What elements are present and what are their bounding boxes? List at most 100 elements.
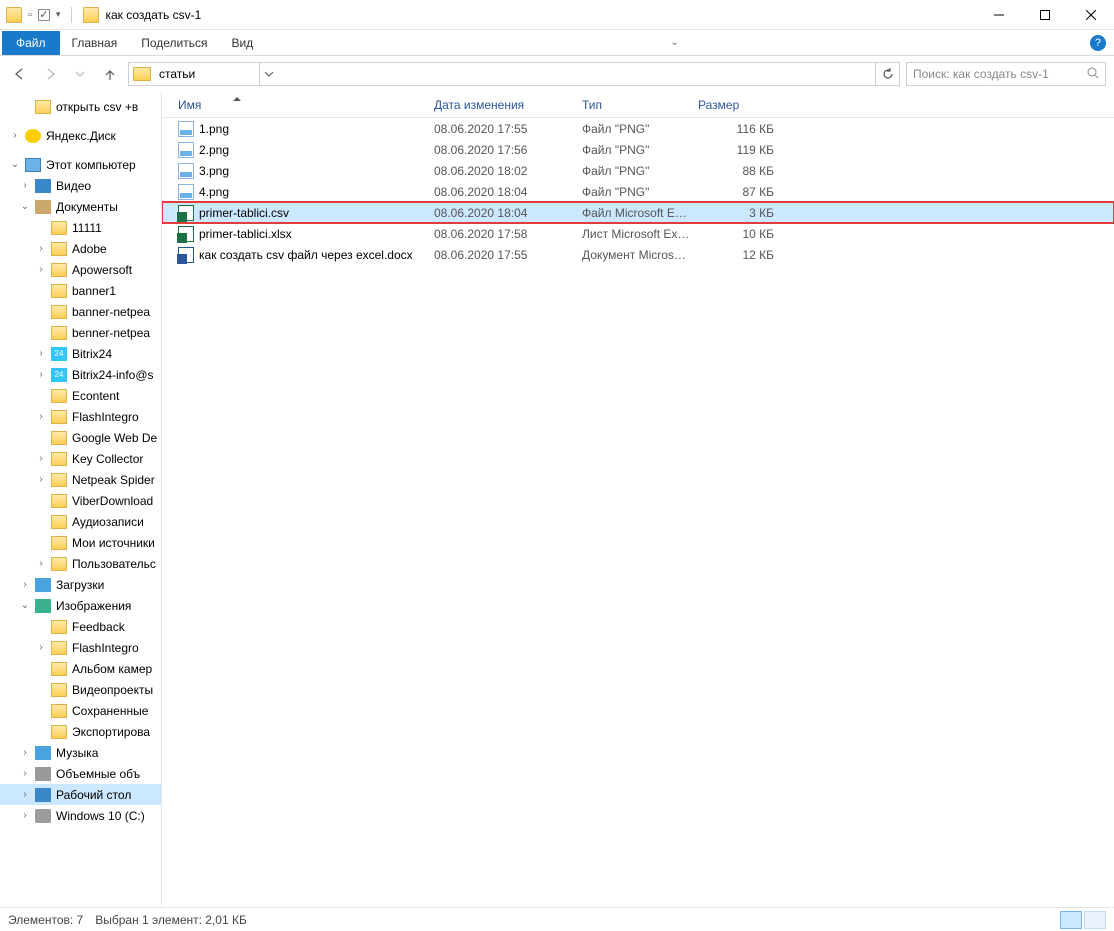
ribbon-tab-share[interactable]: Поделиться [129,30,219,56]
qat-pin-icon[interactable]: ▫ [28,9,32,21]
tree-caret-icon[interactable]: › [36,264,46,275]
qat-dropdown-icon[interactable]: ▾ [56,9,61,20]
file-row[interactable]: 3.png08.06.2020 18:02Файл "PNG"88 КБ [162,160,1114,181]
tree-node[interactable]: ⌄Этот компьютер [0,154,161,175]
tree-node[interactable]: Аудиозаписи [0,511,161,532]
view-details-button[interactable] [1060,911,1082,929]
tree-caret-icon[interactable]: › [36,558,46,569]
tree-node[interactable]: ViberDownload [0,490,161,511]
search-box[interactable]: Поиск: как создать csv-1 [906,62,1106,86]
breadcrumb-segment[interactable]: статьи [155,67,259,81]
tree-node[interactable]: ›Apowersoft [0,259,161,280]
nav-up-button[interactable] [98,62,122,86]
tree-node[interactable]: ›Видео [0,175,161,196]
tree-caret-icon[interactable]: › [20,810,30,821]
tree-node-label: Загрузки [56,578,104,592]
file-row[interactable]: primer-tablici.csv08.06.2020 18:04Файл M… [162,202,1114,223]
file-row[interactable]: 4.png08.06.2020 18:04Файл "PNG"87 КБ [162,181,1114,202]
tree-node[interactable]: benner-netpea [0,322,161,343]
column-size[interactable]: Размер [698,98,778,112]
tree-caret-icon[interactable]: ⌄ [20,201,30,212]
ribbon-file-tab[interactable]: Файл [2,31,60,55]
address-history-dropdown[interactable] [259,63,279,85]
tree-node[interactable]: Econtent [0,385,161,406]
tree-caret-icon[interactable]: › [36,348,46,359]
quick-access-toolbar: ▫ ✓ ▾ [0,7,99,23]
tree-node[interactable]: › Объемные объ [0,763,161,784]
tree-node[interactable]: Мои источники [0,532,161,553]
tree-node-label: banner-netpea [72,305,150,319]
nav-back-button[interactable] [8,62,32,86]
file-row[interactable]: как создать csv файл через excel.docx08.… [162,244,1114,265]
ribbon-tab-home[interactable]: Главная [60,30,130,56]
refresh-button[interactable] [875,63,899,85]
tree-node[interactable]: banner-netpea [0,301,161,322]
view-icons-button[interactable] [1084,911,1106,929]
tree-node[interactable]: Google Web De [0,427,161,448]
file-row[interactable]: 1.png08.06.2020 17:55Файл "PNG"116 КБ [162,118,1114,139]
file-list[interactable]: 1.png08.06.2020 17:55Файл "PNG"116 КБ2.p… [162,118,1114,907]
tree-node[interactable]: ›Пользовательс [0,553,161,574]
folder-icon [51,683,67,697]
tree-caret-icon[interactable]: › [20,180,30,191]
tree-node[interactable]: Видеопроекты [0,679,161,700]
tree-node[interactable]: Сохраненные [0,700,161,721]
help-icon[interactable]: ? [1090,35,1106,51]
qat-check-icon[interactable]: ✓ [38,9,50,21]
close-button[interactable] [1068,0,1114,29]
tree-node[interactable]: ›Netpeak Spider [0,469,161,490]
navigation-tree[interactable]: открыть csv +в ›Яндекс.Диск ⌄Этот компьюте… [0,92,162,907]
minimize-button[interactable] [976,0,1022,29]
tree-node[interactable]: Экспортирова [0,721,161,742]
ribbon-tab-view[interactable]: Вид [219,30,265,56]
tree-node[interactable]: ›Key Collector [0,448,161,469]
tree-caret-icon[interactable]: ⌄ [10,159,20,170]
nav-forward-button[interactable] [38,62,62,86]
tree-caret-icon[interactable]: › [20,747,30,758]
column-name[interactable]: Имя [178,98,434,112]
maximize-button[interactable] [1022,0,1068,29]
tree-node[interactable]: ›24Bitrix24-info@s [0,364,161,385]
title-folder-icon [83,7,99,23]
tree-node[interactable]: ›Музыка [0,742,161,763]
tree-node[interactable]: 11111 [0,217,161,238]
tree-caret-icon[interactable]: › [20,579,30,590]
tree-node-label: Альбом камер [72,662,152,676]
tree-node[interactable]: открыть csv +в [0,96,161,117]
tree-caret-icon[interactable]: › [36,369,46,380]
file-row[interactable]: 2.png08.06.2020 17:56Файл "PNG"119 КБ [162,139,1114,160]
tree-node[interactable]: Feedback [0,616,161,637]
tree-node[interactable]: Альбом камер [0,658,161,679]
column-headers[interactable]: Имя Дата изменения Тип Размер [162,92,1114,118]
tree-caret-icon[interactable]: › [36,642,46,653]
window-controls [976,0,1114,29]
tree-caret-icon[interactable]: › [36,474,46,485]
tree-caret-icon[interactable]: › [36,243,46,254]
column-type[interactable]: Тип [582,98,698,112]
ribbon-expand-icon[interactable]: ⌄ [670,37,678,48]
tree-node[interactable]: ›Adobe [0,238,161,259]
tree-node-label: Объемные объ [56,767,140,781]
tree-node[interactable]: ⌄Документы [0,196,161,217]
tree-caret-icon[interactable]: › [20,768,30,779]
tree-node[interactable]: ⌄Изображения [0,595,161,616]
column-date[interactable]: Дата изменения [434,98,582,112]
tree-caret-icon[interactable]: › [20,789,30,800]
address-bar[interactable]: « папки›Проекты›мои›seopulses›статьи›500… [128,62,900,86]
tree-node[interactable]: › Загрузки [0,574,161,595]
tree-caret-icon[interactable]: › [36,453,46,464]
tree-caret-icon[interactable]: › [10,130,20,141]
tree-node[interactable]: ›FlashIntegro [0,637,161,658]
tree-node[interactable]: banner1 [0,280,161,301]
tree-caret-icon[interactable]: › [36,411,46,422]
folder-icon [51,221,67,235]
nav-recent-dropdown[interactable] [68,62,92,86]
tree-node[interactable]: ›24Bitrix24 [0,343,161,364]
tree-caret-icon[interactable]: ⌄ [20,600,30,611]
tree-node[interactable]: ›FlashIntegro [0,406,161,427]
tree-node[interactable]: ›Windows 10 (C:) [0,805,161,826]
tree-node[interactable]: ›Рабочий стол [0,784,161,805]
file-row[interactable]: primer-tablici.xlsx08.06.2020 17:58Лист … [162,223,1114,244]
b24-icon: 24 [51,368,67,382]
tree-node[interactable]: ›Яндекс.Диск [0,125,161,146]
